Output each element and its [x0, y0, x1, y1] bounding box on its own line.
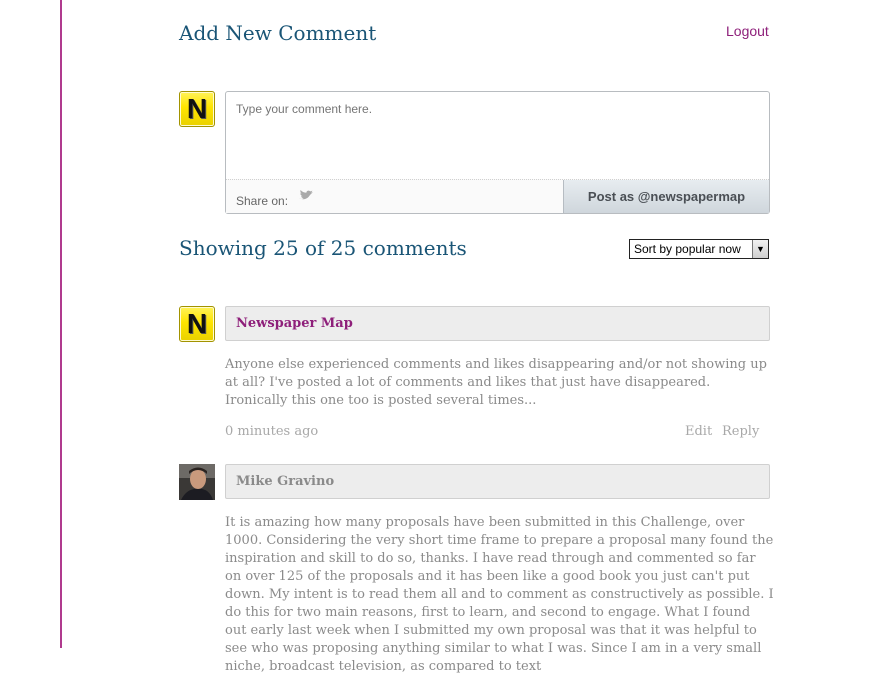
- dropdown-arrow-icon[interactable]: ▼: [752, 240, 768, 258]
- comment-body: It is amazing how many proposals have be…: [225, 515, 774, 674]
- add-comment-title: Add New Comment: [179, 21, 377, 45]
- comment-author-link[interactable]: Mike Gravino: [236, 474, 334, 489]
- twitter-bird-icon[interactable]: [298, 189, 314, 203]
- logout-link[interactable]: Logout: [726, 23, 769, 39]
- user-photo-icon: [179, 464, 215, 500]
- comments-count-title: Showing 25 of 25 comments: [179, 236, 467, 260]
- composer-footer: Share on: Post as @newspapermap: [226, 179, 769, 213]
- left-accent-rule: [60, 0, 62, 648]
- avatar-letter: N: [186, 93, 208, 124]
- avatar-letter: N: [186, 308, 208, 339]
- comment-avatar[interactable]: N: [179, 306, 215, 342]
- sort-dropdown[interactable]: Sort by popular now ▼: [629, 239, 769, 259]
- comment-input[interactable]: [226, 92, 769, 180]
- comment-author-bar: Newspaper Map: [225, 306, 770, 341]
- comment-composer: Share on: Post as @newspapermap: [225, 91, 770, 214]
- share-on-label: Share on:: [236, 194, 289, 208]
- comment-author-bar: Mike Gravino: [225, 464, 770, 499]
- comment-avatar[interactable]: [179, 464, 215, 500]
- comment-timestamp: 0 minutes ago: [225, 424, 319, 439]
- current-user-avatar: N: [179, 91, 215, 127]
- comment-body: Anyone else experienced comments and lik…: [225, 357, 767, 408]
- post-comment-button[interactable]: Post as @newspapermap: [563, 180, 769, 213]
- reply-link[interactable]: Reply: [722, 424, 759, 439]
- comment-author-link[interactable]: Newspaper Map: [236, 316, 353, 331]
- edit-link[interactable]: Edit: [685, 424, 712, 439]
- sort-selected-value: Sort by popular now: [634, 242, 741, 256]
